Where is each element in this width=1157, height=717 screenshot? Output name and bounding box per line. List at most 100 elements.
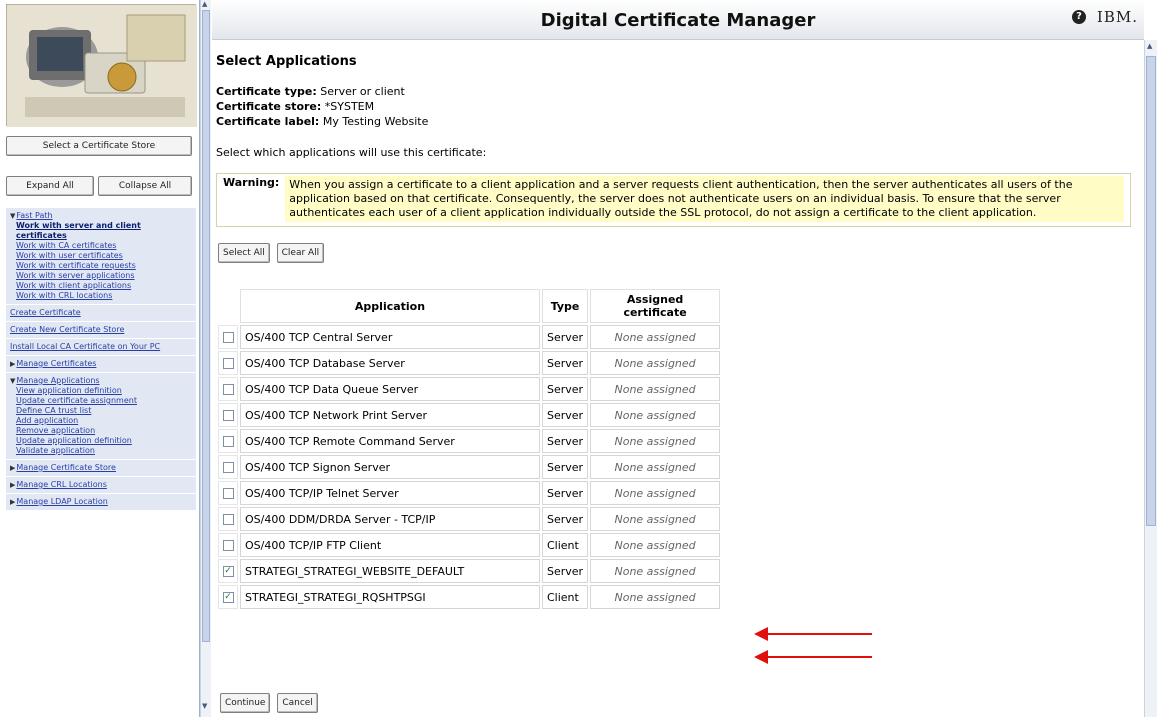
nav-item-view-app-definition[interactable]: View application definition: [16, 386, 193, 396]
nav-item-work-with-server-apps[interactable]: Work with server applications: [16, 271, 193, 281]
table-row: OS/400 TCP Database Server Server None ass…: [218, 351, 721, 375]
type-cell: Server: [542, 507, 589, 531]
certificate-store-value: *SYSTEM: [324, 100, 375, 113]
assigned-certificate-cell: None assigned: [590, 481, 721, 505]
certificate-label-label: Certificate label:: [216, 115, 320, 128]
nav-item-add-application[interactable]: Add application: [16, 416, 193, 426]
arrow-shaft: [766, 633, 872, 635]
unchecked-checkbox[interactable]: [222, 410, 234, 421]
unchecked-checkbox[interactable]: [222, 514, 234, 525]
nav-item-work-with-cert-requests[interactable]: Work with certificate requests: [16, 261, 193, 271]
nav-manage-certificate-store[interactable]: ▶Manage Certificate Store: [10, 463, 193, 473]
select-certificate-store-button[interactable]: Select a Certificate Store: [6, 136, 192, 156]
row-checkbox-cell: [218, 351, 238, 375]
main-scrollbar[interactable]: ▲: [1144, 40, 1157, 717]
table-row: OS/400 TCP Remote Command Server Server No…: [218, 429, 721, 453]
main-scroll-thumb[interactable]: [1146, 56, 1156, 526]
nav-item-remove-application[interactable]: Remove application: [16, 426, 193, 436]
nav-group-create-certificate: Create Certificate: [6, 305, 196, 322]
nav-item-validate-application[interactable]: Validate application: [16, 446, 193, 456]
type-cell: Server: [542, 559, 589, 583]
nav-item-work-with-crl-locations[interactable]: Work with CRL locations: [16, 291, 193, 301]
nav-manage-certificates[interactable]: ▶Manage Certificates: [10, 359, 193, 369]
nav-create-new-store[interactable]: Create New Certificate Store: [10, 325, 193, 335]
nav-create-certificate[interactable]: Create Certificate: [10, 308, 193, 318]
nav-install-local-ca[interactable]: Install Local CA Certificate on Your PC: [10, 342, 193, 352]
scroll-up-arrow-icon[interactable]: ▲: [1147, 42, 1152, 50]
application-cell: OS/400 TCP Remote Command Server: [240, 429, 540, 453]
clear-all-button[interactable]: Clear All: [276, 243, 325, 263]
table-header-row: Application Type Assigned certificate: [218, 289, 721, 323]
continue-button[interactable]: Continue: [220, 693, 271, 713]
nav-group-install-ca: Install Local CA Certificate on Your PC: [6, 339, 196, 356]
unchecked-checkbox[interactable]: [222, 436, 234, 447]
nav-scrollbar[interactable]: ▲ ▼: [200, 0, 211, 717]
warning-label: Warning:: [223, 176, 280, 189]
checkbox-column-header: [218, 289, 238, 323]
application-cell: OS/400 TCP Central Server: [240, 325, 540, 349]
select-all-button[interactable]: Select All: [218, 243, 270, 263]
nav-manage-certificate-store-label: Manage Certificate Store: [16, 463, 116, 472]
assigned-certificate-cell: None assigned: [590, 507, 721, 531]
collapsed-triangle-icon: ▶: [10, 481, 16, 489]
unchecked-checkbox[interactable]: [222, 384, 234, 395]
unchecked-checkbox[interactable]: [222, 540, 234, 551]
type-cell: Server: [542, 351, 589, 375]
page-title: Digital Certificate Manager: [540, 10, 816, 31]
checked-checkbox[interactable]: ✓: [222, 592, 234, 603]
assigned-certificate-cell: None assigned: [590, 325, 721, 349]
unchecked-checkbox[interactable]: [222, 332, 234, 343]
nav-group-manage-certificates: ▶Manage Certificates: [6, 356, 196, 373]
nav-fast-path[interactable]: ▼Fast Path: [10, 211, 193, 221]
row-checkbox-cell: [218, 377, 238, 401]
nav-group-manage-store: ▶Manage Certificate Store: [6, 460, 196, 477]
nav-group-manage-ldap: ▶Manage LDAP Location: [6, 494, 196, 511]
cancel-button[interactable]: Cancel: [277, 693, 318, 713]
nav-item-update-cert-assignment[interactable]: Update certificate assignment: [16, 396, 193, 406]
nav-item-work-with-ca-certs[interactable]: Work with CA certificates: [16, 241, 193, 251]
row-checkbox-cell: ✓: [218, 559, 238, 583]
certificate-label-value: My Testing Website: [322, 115, 429, 128]
nav-group-fast-path: ▼Fast Path Work with server and client c…: [6, 208, 196, 305]
nav-manage-ldap-location-label: Manage LDAP Location: [16, 497, 108, 506]
table-row: OS/400 TCP Data Queue Server Server None a…: [218, 377, 721, 401]
red-arrow-annotation: [754, 627, 874, 641]
table-row: ✓ STRATEGI_STRATEGI_RQSHTPSGI Client None a…: [218, 585, 721, 609]
certificate-store-line: Certificate store: *SYSTEM: [216, 100, 1136, 113]
assigned-certificate-cell: None assigned: [590, 585, 721, 609]
table-row: OS/400 TCP/IP FTP Client Client None assig…: [218, 533, 721, 557]
nav-item-work-with-server-client-certs[interactable]: Work with server and client certificates: [16, 221, 193, 241]
unchecked-checkbox[interactable]: [222, 462, 234, 473]
applications-table-body: OS/400 TCP Central Server Server None assi…: [218, 325, 721, 609]
unchecked-checkbox[interactable]: [222, 358, 234, 369]
collapse-all-button[interactable]: Collapse All: [98, 176, 192, 196]
type-cell: Server: [542, 481, 589, 505]
nav-item-work-with-user-certs[interactable]: Work with user certificates: [16, 251, 193, 261]
row-checkbox-cell: [218, 403, 238, 427]
expand-all-button[interactable]: Expand All: [6, 176, 94, 196]
type-cell: Server: [542, 377, 589, 401]
checked-checkbox[interactable]: ✓: [222, 566, 234, 577]
application-cell: OS/400 TCP/IP Telnet Server: [240, 481, 540, 505]
nav-item-work-with-client-apps[interactable]: Work with client applications: [16, 281, 193, 291]
unchecked-checkbox[interactable]: [222, 488, 234, 499]
nav-manage-applications-label: Manage Applications: [16, 376, 100, 385]
instruction-text: Select which applications will use this …: [216, 146, 487, 159]
scroll-up-arrow-icon[interactable]: ▲: [202, 0, 207, 8]
type-cell: Server: [542, 429, 589, 453]
nav-manage-crl-locations[interactable]: ▶Manage CRL Locations: [10, 480, 193, 490]
nav-scroll-thumb[interactable]: [202, 10, 210, 642]
application-cell: OS/400 TCP Database Server: [240, 351, 540, 375]
scroll-down-arrow-icon[interactable]: ▼: [202, 702, 207, 710]
section-heading: Select Applications: [216, 54, 357, 69]
assigned-certificate-cell: None assigned: [590, 429, 721, 453]
row-checkbox-cell: ✓: [218, 585, 238, 609]
nav-manage-applications[interactable]: ▼Manage Applications: [10, 376, 193, 386]
nav-item-define-ca-trust-list[interactable]: Define CA trust list: [16, 406, 193, 416]
nav-manage-ldap-location[interactable]: ▶Manage LDAP Location: [10, 497, 193, 507]
nav-item-update-app-definition[interactable]: Update application definition: [16, 436, 193, 446]
main-content-pane: Digital Certificate Manager ? IBM. Selec…: [212, 0, 1144, 717]
question-circle-icon[interactable]: ?: [1072, 10, 1086, 24]
type-column-header: Type: [542, 289, 589, 323]
table-row: OS/400 TCP/IP Telnet Server Server None as…: [218, 481, 721, 505]
